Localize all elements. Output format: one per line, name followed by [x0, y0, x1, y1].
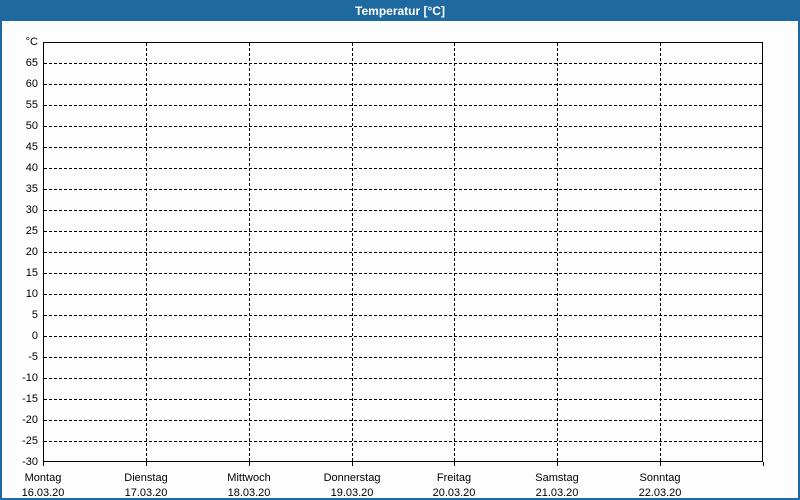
y-axis-tick-label: 35 [25, 183, 38, 195]
x-axis-date-label: 20.03.20 [432, 487, 476, 499]
x-axis-tick [660, 462, 661, 466]
y-axis-tick-label: -5 [28, 351, 38, 363]
x-axis-date-label: 18.03.20 [227, 487, 271, 499]
y-axis-tick-label: 20 [25, 246, 38, 258]
chart-title-bar: Temperatur [°C] [2, 2, 798, 21]
y-axis-tick-label: 40 [25, 162, 38, 174]
y-axis-tick-label: -15 [22, 393, 38, 405]
x-axis-tick [43, 462, 44, 466]
y-axis-tick-label: 0 [31, 330, 38, 342]
y-axis-tick-label: 10 [25, 288, 38, 300]
y-axis-unit-label: °C [25, 36, 38, 48]
x-axis-day-label: Donnerstag [323, 472, 381, 484]
x-axis-tick [557, 462, 558, 466]
y-axis-tick-label: 5 [31, 309, 38, 321]
y-axis-tick-label: 55 [25, 99, 38, 111]
y-axis-tick-label: 25 [25, 225, 38, 237]
x-axis-tick [146, 462, 147, 466]
x-axis-tick [454, 462, 455, 466]
x-axis-day-label: Freitag [436, 472, 472, 484]
x-axis-tick [352, 462, 353, 466]
y-axis-tick-label: 60 [25, 78, 38, 90]
plot-area-border [43, 42, 763, 462]
x-axis-date-label: 21.03.20 [535, 487, 579, 499]
x-axis-date-label: 16.03.20 [21, 487, 65, 499]
y-axis-tick-label: -25 [22, 435, 38, 447]
temperature-chart-window: Temperatur [°C] °C 65 60 55 50 45 40 35 30 25 20 15… [0, 0, 800, 500]
x-axis-date-label: 17.03.20 [124, 487, 168, 499]
y-axis-tick-label: 15 [25, 267, 38, 279]
x-axis-day-label: Samstag [535, 472, 579, 484]
y-axis-tick-label: -20 [22, 414, 38, 426]
y-axis-tick-label: -10 [22, 372, 38, 384]
y-axis-tick-label: 30 [25, 204, 38, 216]
y-axis-tick-label: -30 [22, 456, 38, 468]
x-axis-day-label: Montag [24, 472, 62, 484]
y-axis-tick-label: 50 [25, 120, 38, 132]
x-axis-tick [249, 462, 250, 466]
x-axis-date-label: 19.03.20 [330, 487, 374, 499]
x-axis-day-label: Dienstag [124, 472, 168, 484]
x-axis-date-label: 22.03.20 [638, 487, 682, 499]
x-axis-day-label: Mittwoch [227, 472, 271, 484]
x-axis-tick [763, 462, 764, 466]
y-axis-tick-label: 45 [25, 141, 38, 153]
y-axis-tick-label: 65 [25, 57, 38, 69]
x-axis-day-label: Sonntag [639, 472, 681, 484]
